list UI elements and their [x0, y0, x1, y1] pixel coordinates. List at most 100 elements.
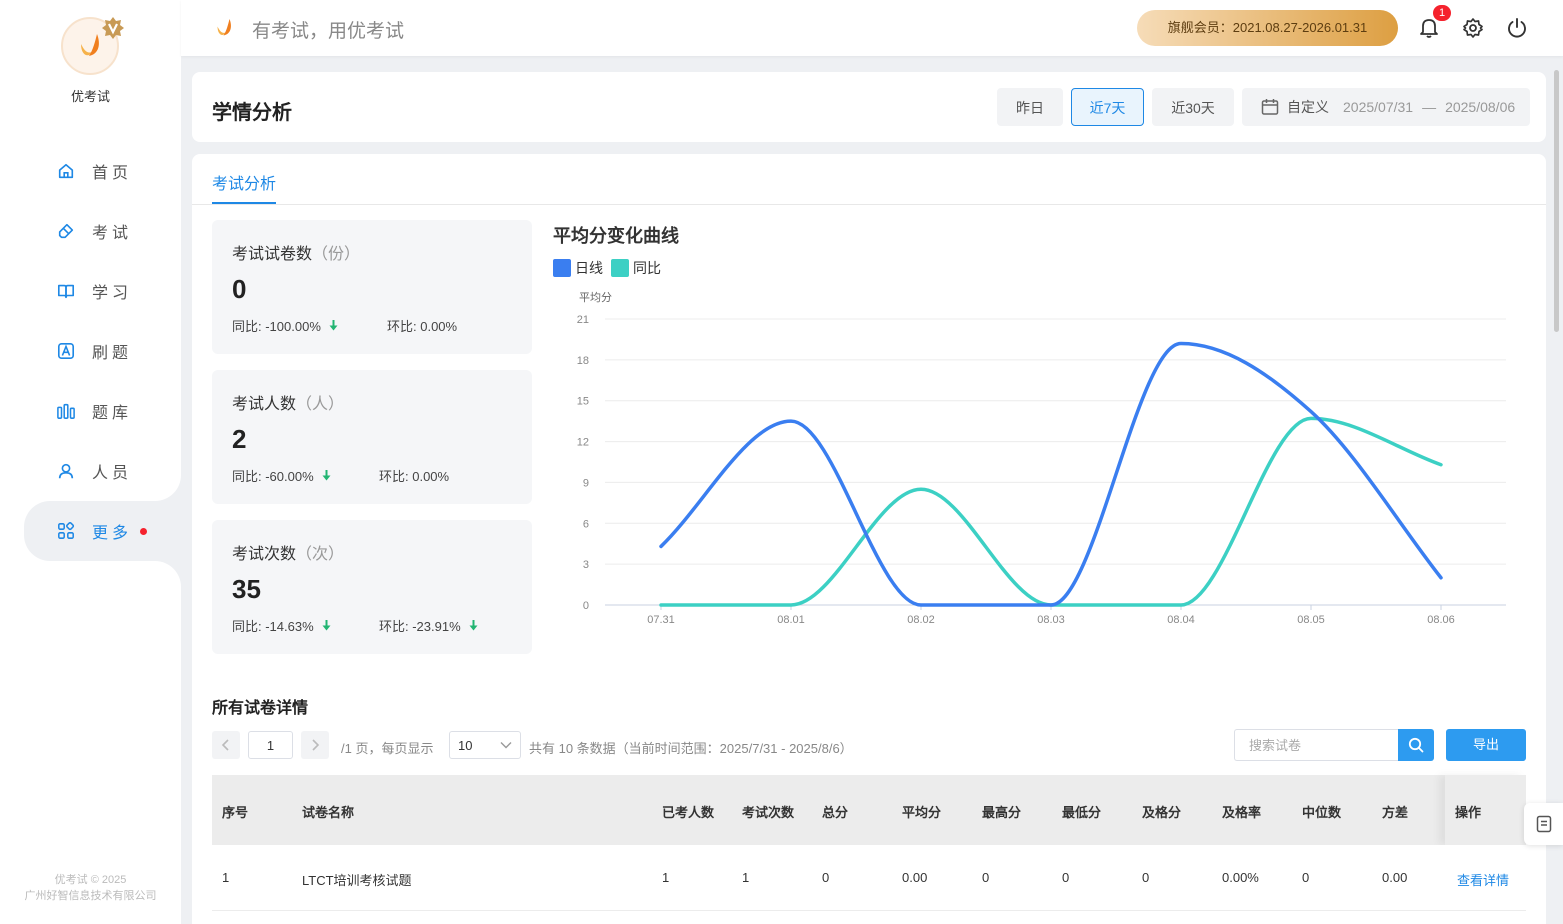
bell-icon[interactable] — [1419, 17, 1439, 39]
chevron-down-icon — [500, 742, 512, 749]
stat-mom: 环比: 0.00% — [379, 466, 449, 485]
page-size-value: 10 — [458, 737, 473, 753]
range-yesterday-button[interactable]: 昨日 — [997, 88, 1063, 126]
page-number-input[interactable] — [248, 731, 293, 759]
column-header[interactable]: 已考人数 — [662, 802, 714, 821]
sidebar-item-question-bank[interactable]: 题库 — [0, 381, 181, 441]
series-line-daily — [659, 341, 1443, 607]
chart-title: 平均分变化曲线 — [553, 226, 679, 246]
table-cell: 0.00 — [902, 870, 928, 885]
new-indicator-dot — [140, 527, 148, 535]
sidebar-item-label: 考试 — [92, 225, 133, 242]
range-7days-button[interactable]: 近7天 — [1071, 88, 1144, 126]
search-paper-input[interactable] — [1234, 729, 1398, 761]
stat-label: 考试试卷数（份） — [232, 240, 360, 264]
sidebar-item-label: 更多 — [92, 525, 133, 542]
stat-value: 35 — [232, 574, 261, 604]
library-icon — [56, 401, 76, 421]
power-icon[interactable] — [1506, 17, 1528, 39]
export-button[interactable]: 导出 — [1446, 729, 1526, 761]
brand-name: 优考试 — [70, 89, 110, 104]
stat-title: 考试人数 — [232, 396, 297, 413]
y-tick-label: 3 — [583, 559, 589, 571]
stat-unit: （份） — [312, 246, 361, 263]
stat-value: 2 — [232, 424, 247, 454]
stat-yoy-text: 同比: -100.00% — [232, 319, 321, 334]
view-details-link[interactable]: 查看详情 — [1457, 870, 1509, 889]
chart-legend: 日线 同比 — [553, 258, 669, 278]
y-tick-label: 12 — [577, 437, 589, 449]
table-cell: 0.00 — [1382, 870, 1408, 885]
y-tick-label: 18 — [577, 355, 589, 367]
column-header[interactable]: 中位数 — [1302, 802, 1341, 821]
prev-page-button[interactable] — [212, 731, 240, 759]
next-page-button[interactable] — [301, 731, 329, 759]
table-cell: LTCT培训考核试题 — [302, 873, 412, 888]
table-cell: 0 — [822, 870, 830, 885]
home-icon — [56, 161, 76, 181]
gear-icon[interactable] — [1462, 17, 1484, 39]
stat-yoy-text: 同比: -60.00% — [232, 469, 314, 484]
tab-exam-analysis[interactable]: 考试分析 — [212, 170, 276, 194]
column-header[interactable]: 方差 — [1382, 802, 1408, 821]
sidebar-item-home[interactable]: 首页 — [0, 141, 181, 201]
book-icon — [56, 281, 76, 301]
page-title: 学情分析 — [212, 102, 292, 124]
x-tick-label: 08.06 — [1427, 614, 1455, 626]
eraser-icon — [56, 221, 76, 241]
sidebar-item-more[interactable]: 更多 — [24, 501, 181, 561]
column-header[interactable]: 序号 — [222, 802, 248, 821]
stat-mom-text: 环比: 0.00% — [387, 319, 458, 334]
column-header[interactable]: 试卷名称 — [302, 802, 354, 821]
stat-yoy: 同比: -60.00% — [232, 466, 331, 485]
copyright: 优考试 © 2025 广州好智信息技术有限公司 — [0, 872, 181, 904]
column-header[interactable]: 最高分 — [982, 802, 1021, 821]
table-row: 1 LTCT培训考核试题 1 1 0 0.00 0 0 0 0.00% 0 0.… — [212, 845, 1526, 911]
membership-badge[interactable]: 旗舰会员：2021.08.27-2026.01.31 — [1137, 10, 1398, 46]
legend-swatch — [611, 259, 629, 277]
page-size-select[interactable]: 10 — [449, 731, 521, 759]
top-header: 有考试，用优考试 旗舰会员：2021.08.27-2026.01.31 1 — [181, 0, 1563, 56]
column-header[interactable]: 最低分 — [1062, 802, 1101, 821]
brand-logo[interactable] — [61, 17, 124, 75]
stat-label: 考试次数（次） — [232, 540, 344, 564]
legend-item-daily[interactable]: 日线 — [553, 258, 603, 278]
table-cell: 1 — [222, 870, 230, 885]
sidebar-item-people[interactable]: 人员 — [0, 441, 181, 501]
sidebar-item-study[interactable]: 学习 — [0, 261, 181, 321]
stat-title: 考试试卷数 — [232, 246, 313, 263]
operation-column-header: 操作 — [1445, 775, 1526, 845]
stat-value: 0 — [232, 274, 247, 304]
stat-yoy: 同比: -100.00% — [232, 316, 338, 335]
x-tick-label: 08.01 — [777, 614, 805, 626]
average-score-line-chart: 平均分 0 3 6 9 12 15 18 21 07.31 08.01 08.02 08.03 08.04… — [577, 291, 1506, 626]
x-tick-label: 07.31 — [647, 614, 675, 626]
column-header[interactable]: 及格分 — [1142, 802, 1181, 821]
date-to[interactable]: 2025/08/06 — [1445, 99, 1515, 115]
exam-analysis-card: 考试分析 考试试卷数（份） 0 同比: -100.00% 环比: 0.00% 考… — [192, 154, 1546, 924]
column-header[interactable]: 考试次数 — [742, 802, 794, 821]
sidebar-item-label: 首页 — [92, 165, 133, 182]
table-cell: 0 — [1302, 870, 1310, 885]
arrow-down-icon — [322, 620, 331, 631]
total-records-text: 共有 10 条数据（当前时间范围：2025/7/31 - 2025/8/6） — [529, 741, 853, 756]
column-header[interactable]: 总分 — [822, 802, 848, 821]
sidebar-item-practice[interactable]: 刷题 — [0, 321, 181, 381]
floating-notes-button[interactable] — [1524, 803, 1563, 845]
custom-label: 自定义 — [1287, 99, 1329, 115]
legend-label: 同比 — [633, 260, 661, 276]
range-30days-button[interactable]: 近30天 — [1152, 88, 1234, 126]
stat-card-examinees: 考试人数（人） 2 同比: -60.00% 环比: 0.00% — [212, 370, 532, 504]
page-scrollbar[interactable] — [1554, 70, 1559, 332]
column-header[interactable]: 及格率 — [1222, 802, 1261, 821]
search-button[interactable] — [1398, 729, 1434, 761]
column-header[interactable]: 平均分 — [902, 802, 941, 821]
legend-item-yoy[interactable]: 同比 — [611, 258, 661, 278]
x-tick-label: 08.03 — [1037, 614, 1065, 626]
date-from[interactable]: 2025/07/31 — [1343, 99, 1413, 115]
tab-divider — [192, 204, 1546, 205]
custom-date-range[interactable]: 自定义 2025/07/31 — 2025/08/06 — [1242, 88, 1530, 126]
user-icon — [56, 461, 76, 481]
sidebar-item-exam[interactable]: 考试 — [0, 201, 181, 261]
chevron-right-icon — [312, 739, 320, 751]
